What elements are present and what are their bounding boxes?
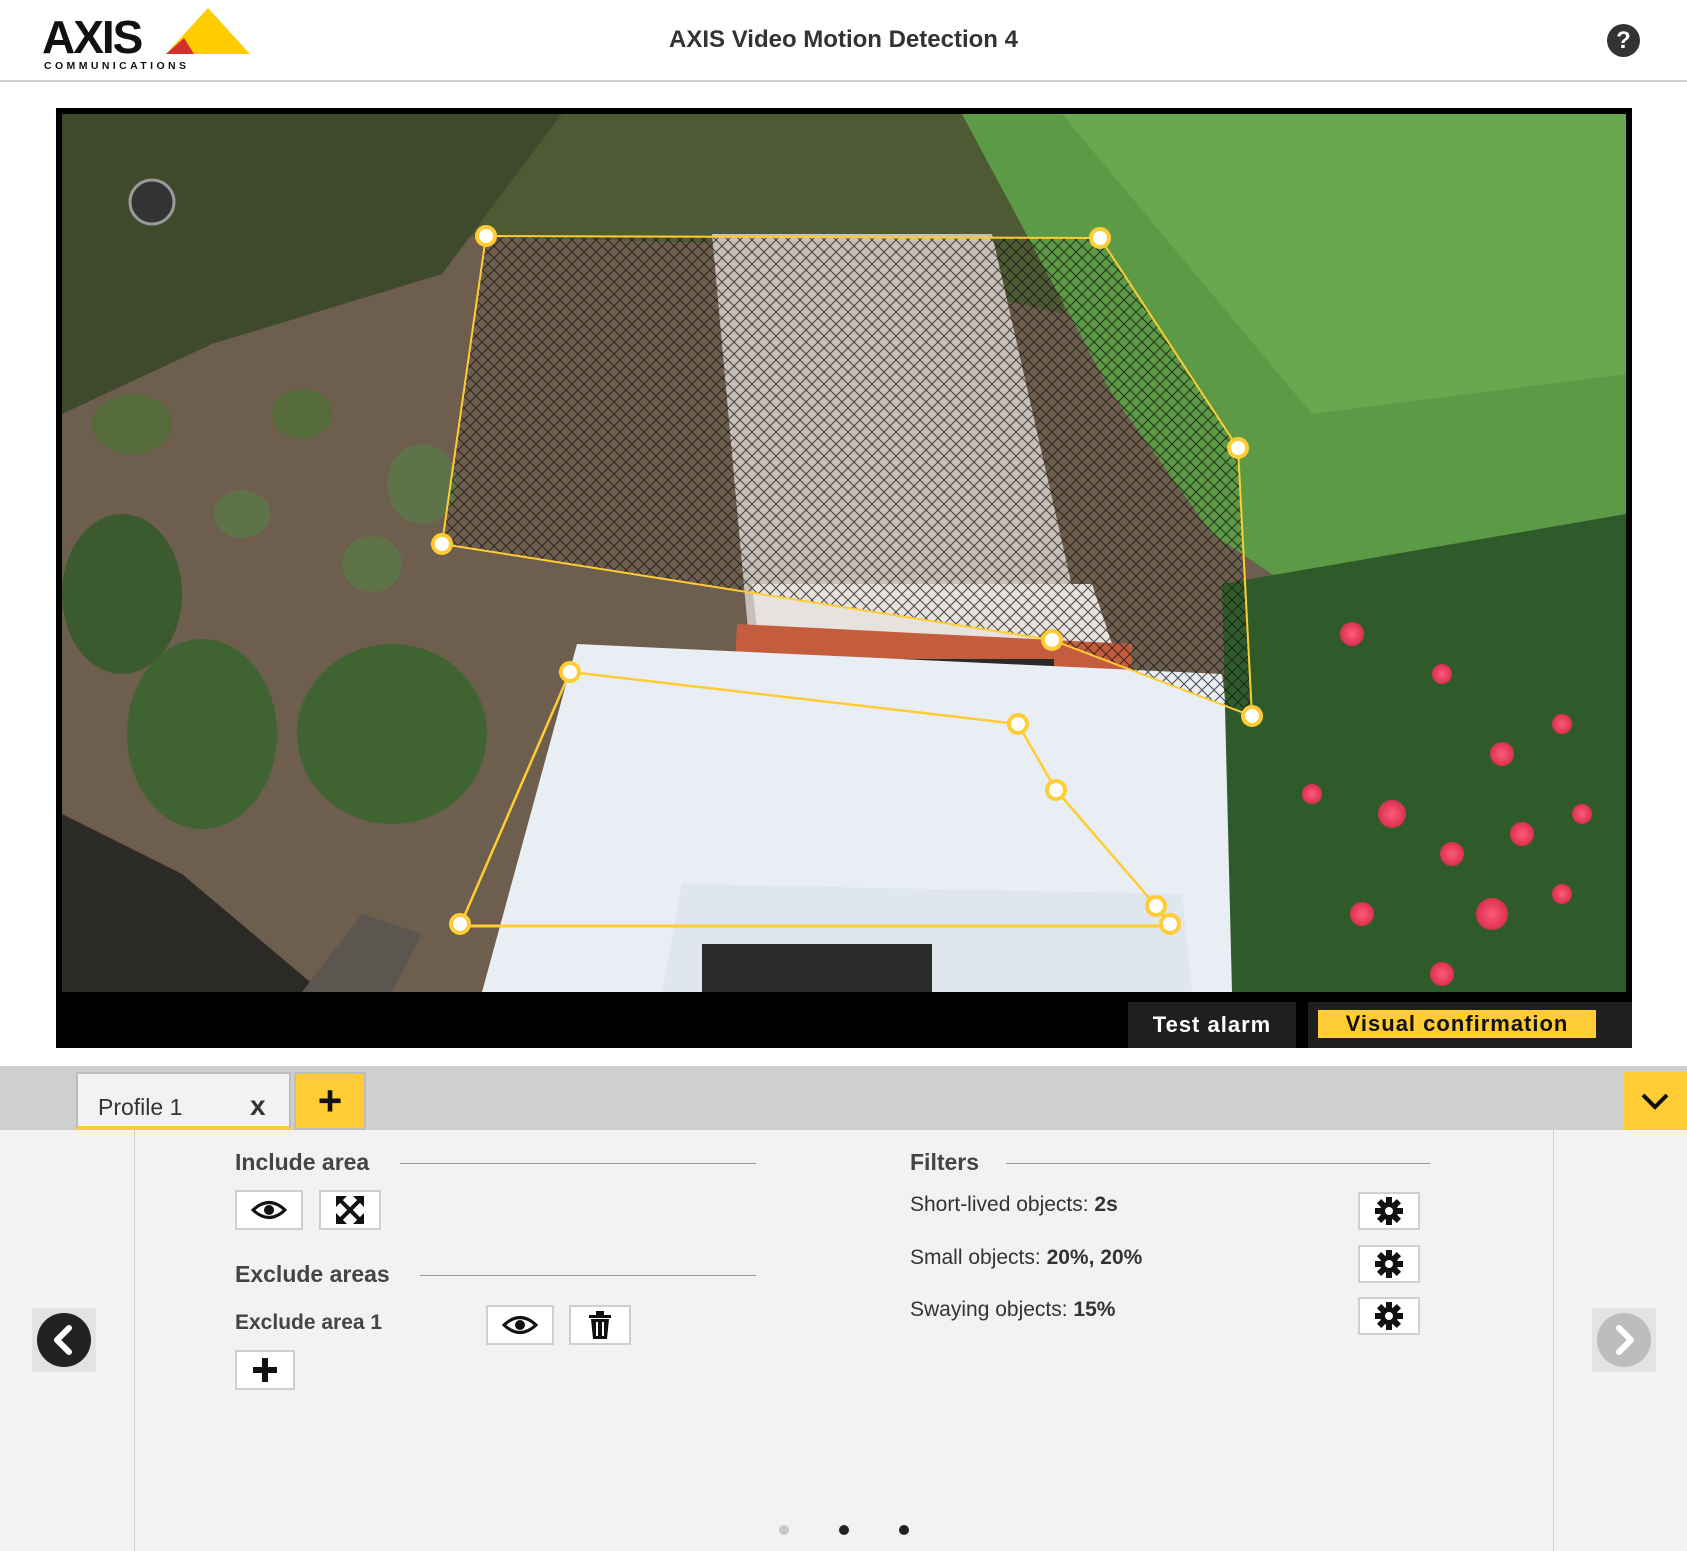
include-area-title: Include area (235, 1149, 370, 1175)
maximize-include-area-button[interactable] (319, 1190, 381, 1230)
next-page-button[interactable] (1592, 1308, 1656, 1372)
collapse-panel-button[interactable] (1624, 1072, 1687, 1130)
trash-icon (589, 1311, 611, 1339)
exclude-areas-title: Exclude areas (235, 1261, 390, 1287)
filter-label: Small objects: (910, 1246, 1047, 1269)
filter-value: 2s (1094, 1193, 1118, 1216)
swaying-objects-settings-button[interactable] (1358, 1297, 1420, 1335)
eye-icon (251, 1201, 287, 1219)
filter-value: 20%, 20% (1046, 1246, 1143, 1269)
eye-icon (502, 1316, 538, 1334)
gear-icon (1375, 1197, 1403, 1225)
maximize-icon (336, 1196, 364, 1224)
show-include-area-button[interactable] (235, 1190, 303, 1230)
filter-label: Swaying objects: (910, 1298, 1074, 1321)
help-button[interactable]: ? (1607, 24, 1640, 57)
close-profile-button[interactable]: x (250, 1090, 266, 1122)
filter-short-lived: Short-lived objects: 2s (910, 1193, 1118, 1217)
tab-label: Profile 1 (98, 1094, 183, 1120)
tab-profile-1[interactable]: Profile 1 x (76, 1072, 291, 1130)
divider (420, 1275, 756, 1276)
short-lived-settings-button[interactable] (1358, 1192, 1420, 1230)
chevron-left-icon (37, 1313, 91, 1367)
visual-confirmation-button[interactable]: Visual confirmation (1308, 1002, 1632, 1048)
filters-title: Filters (910, 1149, 980, 1175)
add-exclude-area-button[interactable] (235, 1350, 295, 1390)
exclude-area-1-label: Exclude area 1 (235, 1311, 383, 1334)
camera-feed[interactable] (62, 114, 1626, 992)
show-exclude-area-button[interactable] (486, 1305, 554, 1345)
small-objects-settings-button[interactable] (1358, 1245, 1420, 1283)
gear-icon (1375, 1250, 1403, 1278)
page-dot-2[interactable] (839, 1525, 849, 1535)
add-profile-button[interactable]: + (294, 1072, 366, 1130)
visual-confirmation-label: Visual confirmation (1318, 1010, 1596, 1038)
previous-page-button[interactable] (32, 1308, 96, 1372)
camera-scene (62, 114, 1626, 992)
chevron-down-icon (1641, 1093, 1669, 1110)
filter-small-objects: Small objects: 20%, 20% (910, 1246, 1142, 1270)
gear-icon (1375, 1302, 1403, 1330)
delete-exclude-area-button[interactable] (569, 1305, 631, 1345)
plus-icon (253, 1358, 277, 1382)
chevron-right-icon (1597, 1313, 1651, 1367)
page-dot-1[interactable] (779, 1525, 789, 1535)
test-alarm-button[interactable]: Test alarm (1128, 1002, 1296, 1048)
divider (1006, 1163, 1430, 1164)
divider (400, 1163, 756, 1164)
app-header: AXIS COMMUNICATIONS AXIS Video Motion De… (0, 0, 1687, 82)
video-view: Test alarm Visual confirmation (56, 108, 1632, 1048)
filter-value: 15% (1073, 1298, 1116, 1321)
page-title: AXIS Video Motion Detection 4 (669, 26, 1018, 53)
filter-label: Short-lived objects: (910, 1193, 1095, 1216)
filter-swaying-objects: Swaying objects: 15% (910, 1298, 1115, 1322)
logo-subtext: COMMUNICATIONS (44, 60, 190, 72)
page-dot-3[interactable] (899, 1525, 909, 1535)
